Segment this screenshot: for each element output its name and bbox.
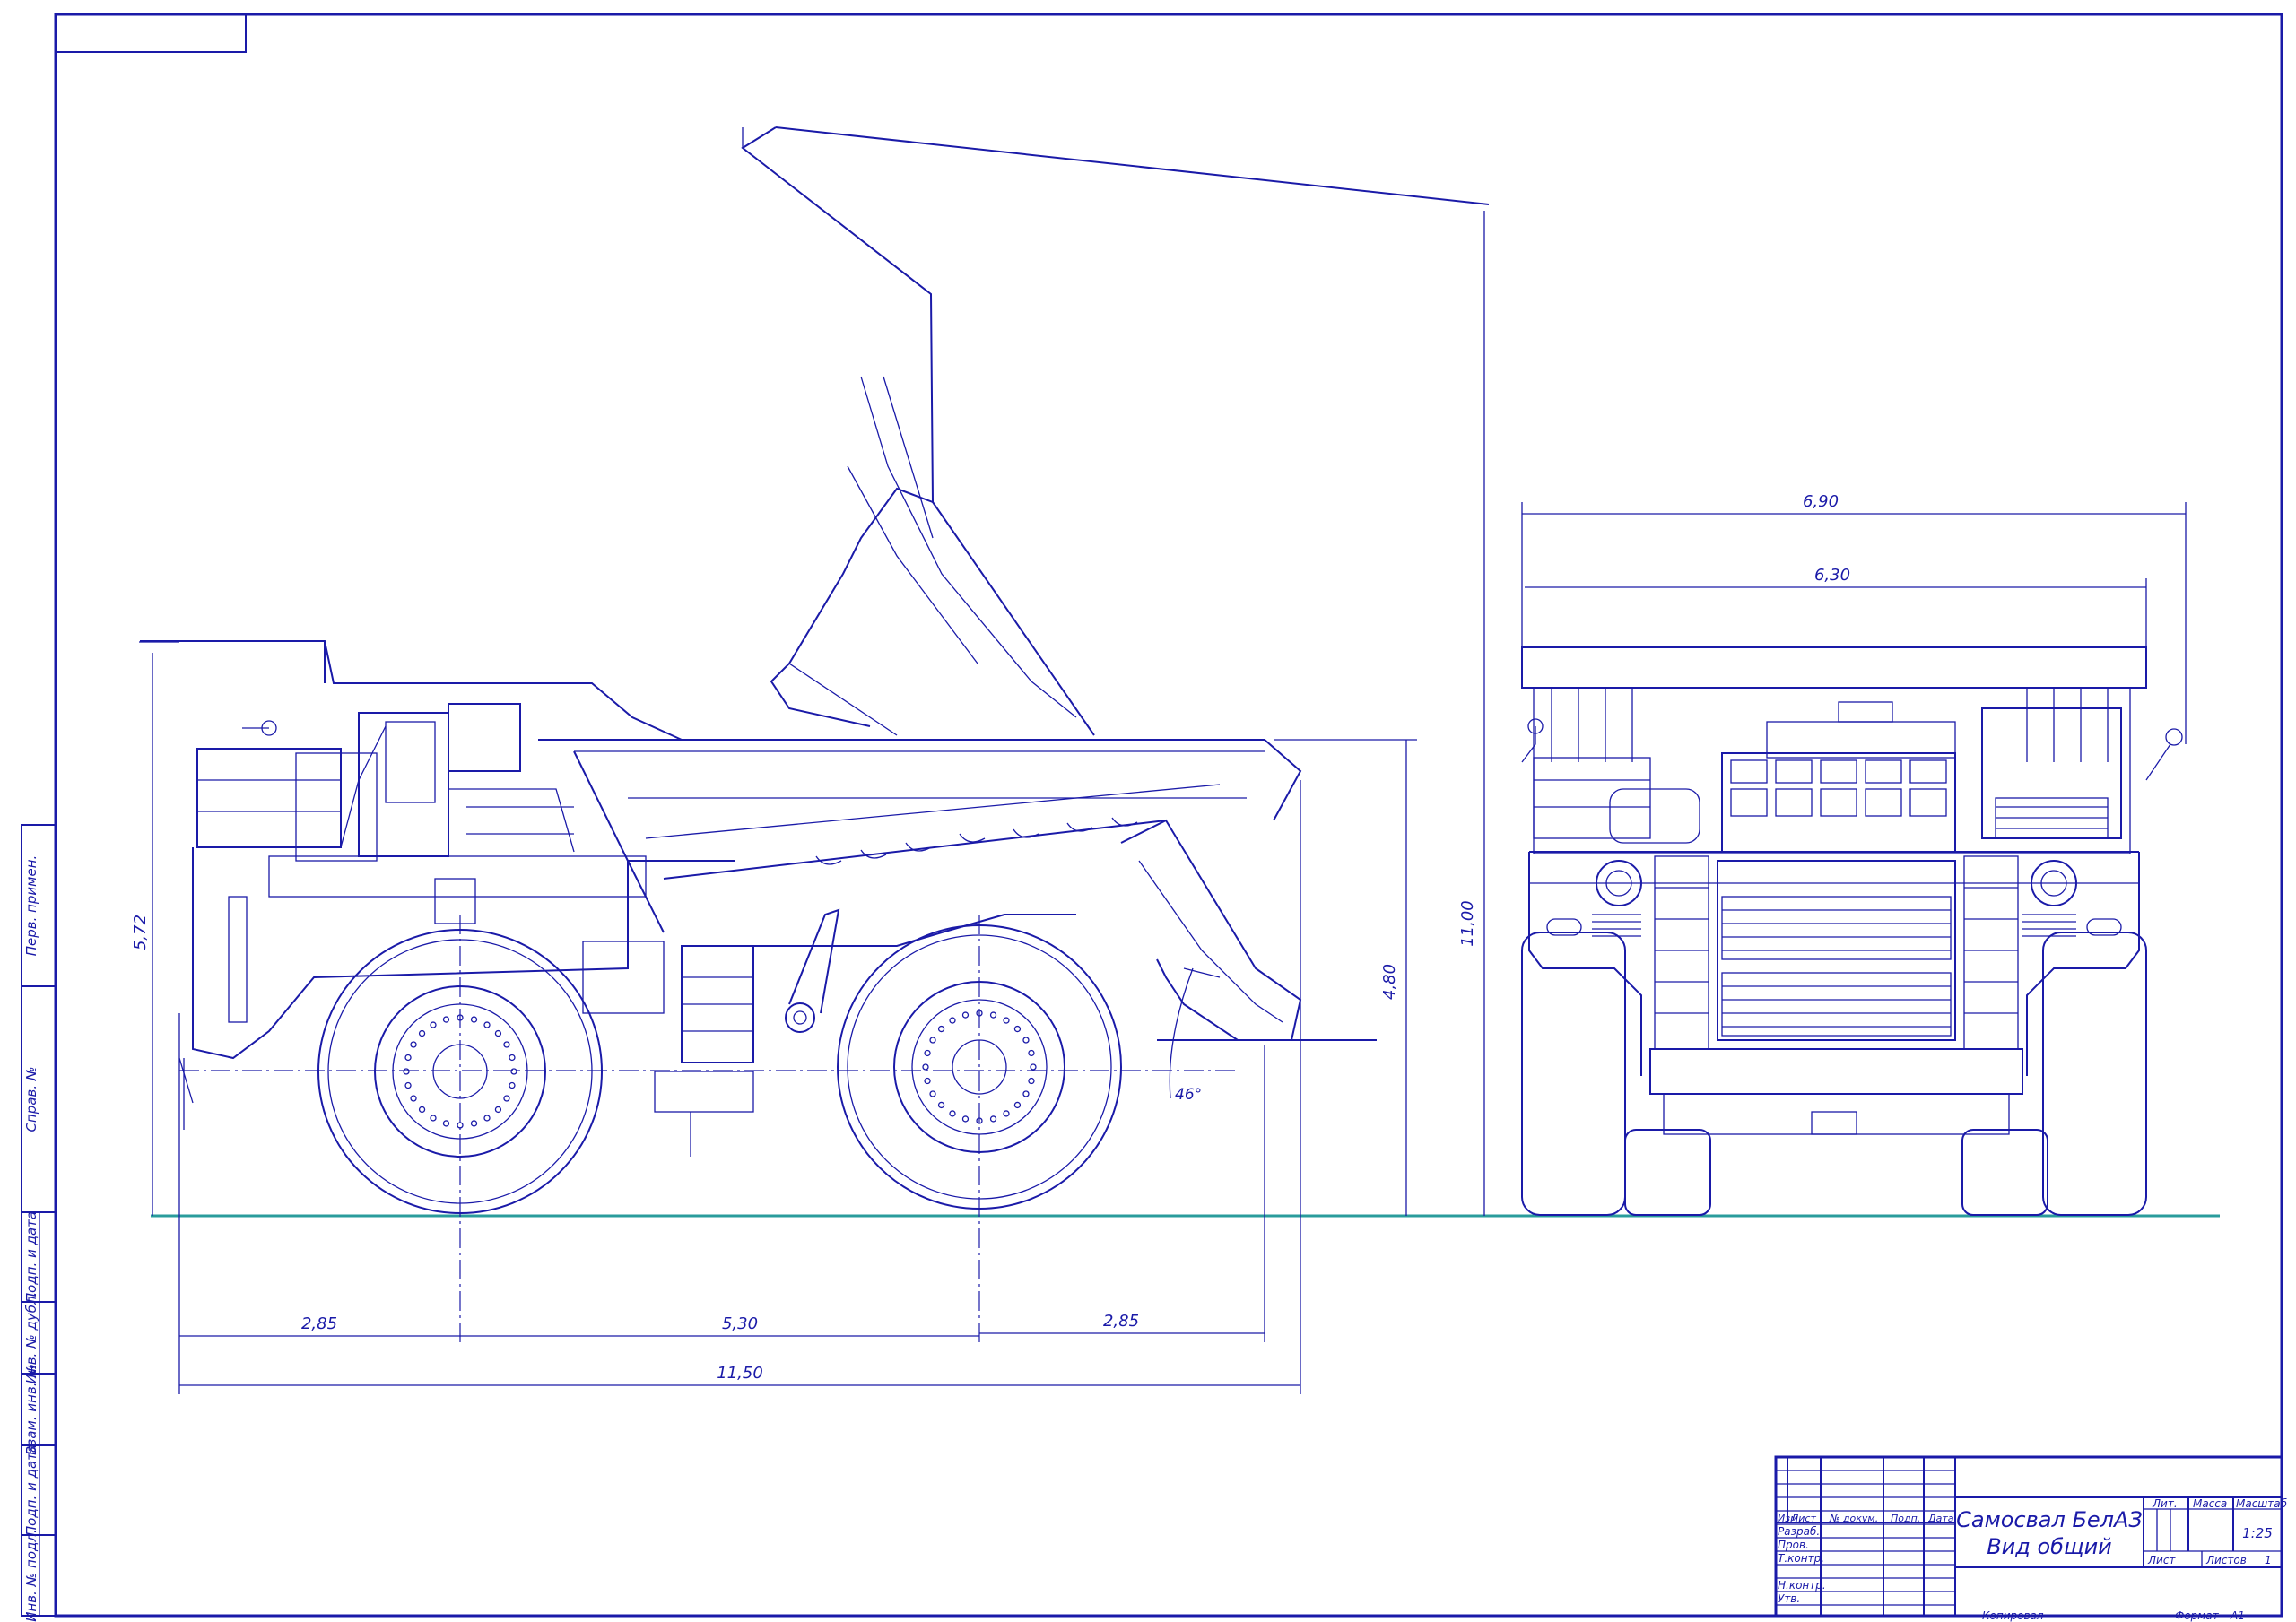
hub-bolt <box>929 1090 936 1097</box>
strip-label-vzam: Взам. инв. № <box>23 1364 39 1455</box>
hub-bolt <box>929 1037 936 1044</box>
hub-bolt <box>937 1101 945 1109</box>
hub-bolt <box>1003 1110 1010 1117</box>
hub-bolt <box>1028 1049 1035 1057</box>
hub-bolt <box>1003 1017 1010 1024</box>
label-scale: Масштаб <box>2236 1497 2288 1510</box>
hub-bolt <box>430 1115 437 1122</box>
hub-bolt <box>961 1115 970 1123</box>
strip-label-podl: Инв. № подл. <box>23 1529 39 1621</box>
hub-bolt <box>924 1077 931 1085</box>
hub-bolt <box>509 1081 516 1089</box>
role-utv: Утв. <box>1778 1592 1800 1605</box>
dim-raised-height: 11,00 <box>1458 900 1477 947</box>
hub-bolt <box>442 1120 450 1127</box>
hub-bolt <box>410 1041 417 1048</box>
label-mass: Масса <box>2193 1497 2227 1510</box>
hub-bolt <box>961 1011 970 1019</box>
dim-track-width: 6,30 <box>1814 566 1850 585</box>
hub-bolt <box>403 1068 410 1075</box>
side-view-truck <box>140 126 1490 1345</box>
drawing-title-line2: Вид общий <box>1987 1534 2112 1559</box>
sheet-frame <box>54 13 2283 1618</box>
drawing-sheet: Перв. примен. Справ. № Подп. и дата Инв.… <box>21 13 2288 1622</box>
hub-bolt <box>949 1110 956 1117</box>
hub-bolt <box>404 1054 412 1062</box>
hub-bolt <box>1013 1025 1022 1033</box>
dim-overall-length: 11,50 <box>717 1364 763 1383</box>
hub-bolt <box>430 1021 437 1028</box>
strip-label-podp1: Подп. и дата <box>23 1211 39 1303</box>
hub-bolt <box>510 1068 517 1075</box>
format-value: А1 <box>2230 1609 2245 1622</box>
title-block: Изм Лист № докум. Подп. Дата Разраб. Про… <box>1774 1455 2288 1622</box>
hub-bolt <box>483 1021 491 1028</box>
hub-bolt <box>442 1016 450 1023</box>
hub-bolt <box>949 1017 956 1024</box>
dim-wheelbase: 5,30 <box>722 1314 758 1333</box>
hub-bolt <box>1030 1063 1037 1071</box>
hub-bolt <box>470 1120 478 1127</box>
hub-bolt <box>470 1016 478 1023</box>
drawing-title-line1: Самосвал БелАЗ <box>1956 1507 2143 1532</box>
label-lit: Лит. <box>2152 1497 2178 1510</box>
hub-bolt <box>503 1041 510 1048</box>
front-dimensions: 6,90 6,30 <box>1521 492 2187 744</box>
hub-bolt <box>418 1106 426 1114</box>
scale-value: 1:25 <box>2242 1525 2273 1541</box>
hub-bolt <box>937 1025 945 1033</box>
hub-bolt <box>494 1106 502 1114</box>
hub-bolt <box>1028 1077 1035 1085</box>
hub-bolt <box>1022 1037 1030 1044</box>
dim-dump-angle: 46° <box>1175 1086 1202 1104</box>
label-sheet: Лист <box>2147 1554 2176 1566</box>
hub-bolt <box>922 1063 929 1071</box>
hub-bolt <box>483 1115 491 1122</box>
sheets-value: 1 <box>2265 1554 2272 1566</box>
strip-label-perv: Перв. примен. <box>23 855 39 957</box>
role-razrab: Разраб. <box>1778 1525 1820 1538</box>
dim-overall-width: 6,90 <box>1803 492 1839 511</box>
col-list: Лист <box>1790 1513 1816 1524</box>
hub-bolt <box>410 1095 417 1102</box>
hub-bolt <box>494 1029 502 1037</box>
label-format: Формат <box>2175 1609 2220 1622</box>
hub-bolt <box>509 1054 516 1062</box>
dim-rear-overhang: 2,85 <box>1103 1312 1139 1331</box>
role-nkontr: Н.контр. <box>1778 1579 1826 1592</box>
dim-front-overhang: 2,85 <box>301 1314 337 1333</box>
hub-bolt <box>989 1011 997 1019</box>
role-prov: Пров. <box>1778 1539 1809 1551</box>
front-view-truck <box>1521 646 2183 1216</box>
dim-body-height: 4,80 <box>1380 964 1399 1000</box>
col-data: Дата <box>1927 1513 1954 1524</box>
role-tkontr: Т.контр. <box>1778 1552 1824 1565</box>
hub-bolt <box>404 1081 412 1089</box>
hub-bolt <box>418 1029 426 1037</box>
hub-bolt <box>924 1049 931 1057</box>
label-sheets: Листов <box>2205 1554 2247 1566</box>
hub-bolt <box>989 1115 997 1123</box>
hub-bolt <box>503 1095 510 1102</box>
strip-label-sprav: Справ. № <box>23 1067 39 1132</box>
left-stamp-strip: Перв. примен. Справ. № Подп. и дата Инв.… <box>21 824 57 1622</box>
dim-overall-height: 5,72 <box>131 915 150 950</box>
col-podp: Подп. <box>1891 1513 1920 1524</box>
hub-bolt <box>1022 1090 1030 1097</box>
label-copied: Копировал <box>1982 1609 2044 1622</box>
col-ndokum: № докум. <box>1829 1513 1878 1524</box>
hub-bolt <box>1013 1101 1022 1109</box>
strip-label-podp2: Подп. и дата <box>23 1444 39 1536</box>
